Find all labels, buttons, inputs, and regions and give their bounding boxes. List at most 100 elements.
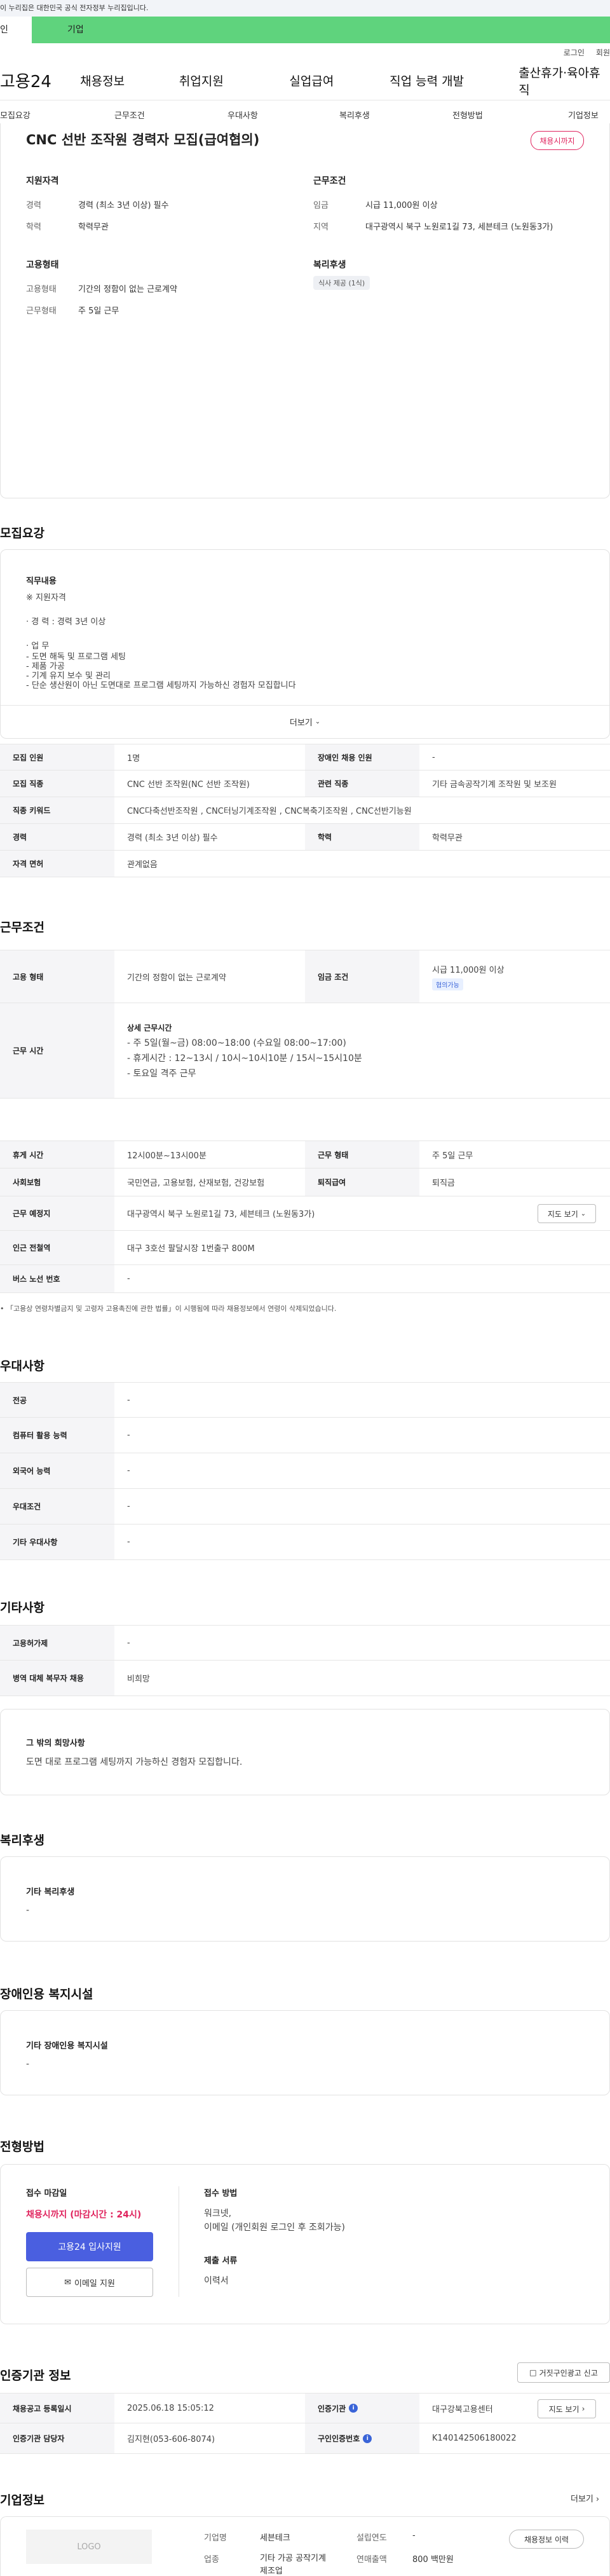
- recruit-heading: 모집요강: [0, 526, 44, 540]
- deadline-value: 채용시까지 (마감시간 : 24시): [26, 2210, 142, 2220]
- cell-value: -: [432, 752, 435, 762]
- company-sales-label: 연매출액: [356, 2555, 387, 2565]
- cell-value: 대구 3호선 팔달시장 1번출구 800M: [127, 1244, 255, 1254]
- gnb-item-job-training[interactable]: 직업 능력 개발: [390, 72, 518, 89]
- agency-org-header: 인증기관 i: [305, 2394, 419, 2423]
- cell-header: 채용공고 등록일시: [0, 2394, 114, 2423]
- time-line: - 휴게시간 : 12~13시 / 10시~10시10분 / 15시~15시10…: [127, 1053, 362, 1064]
- company-more-label: 더보기: [571, 2495, 593, 2504]
- duty-more-button[interactable]: 더보기 ⌄: [1, 705, 609, 738]
- mail-icon: ✉: [64, 2277, 71, 2287]
- agency-no-header: 구인인증번호 i: [305, 2423, 419, 2453]
- cell-header: 휴게 시간: [0, 1141, 114, 1168]
- join-link[interactable]: 회원: [596, 47, 610, 58]
- etc-heading: 기타사항: [0, 1601, 44, 1615]
- gov-notice-text: 이 누리집은 대한민국 공식 전자정부 누리집입니다.: [0, 4, 149, 12]
- work-cond-title: 근무조건: [313, 176, 346, 186]
- tab-welfare[interactable]: 복리후생: [339, 109, 452, 121]
- edu-label: 학력: [26, 223, 41, 232]
- chevron-down-icon: ⌄: [315, 718, 321, 725]
- pref-heading: 우대사항: [0, 1359, 44, 1373]
- report-icon: □: [529, 2368, 537, 2377]
- site-logo[interactable]: 고용24: [0, 69, 80, 92]
- cell-header: 전공: [0, 1383, 114, 1417]
- agency-map-button[interactable]: 지도 보기 ›: [538, 2399, 596, 2418]
- cell-value: 1명: [127, 753, 140, 764]
- cell-header: 직종 키워드: [0, 797, 114, 823]
- cell-header: 사회보험: [0, 1168, 114, 1196]
- cell-value: 2025.06.18 15:05:12: [127, 2403, 214, 2413]
- company-card: LOGO 기업명 세븐테크 업종 기타 가공 공작기계 제조업 설립연도 - 연…: [0, 2516, 610, 2576]
- cell-value: 관계없음: [127, 860, 158, 870]
- work-row: 버스 노선 번호 -: [0, 1265, 610, 1293]
- work-row: 근무 시간 상세 근무시간 - 주 5일(월~금) 08:00~18:00 (수…: [0, 1003, 610, 1099]
- cell-value: 대구강북고용센터: [432, 2404, 493, 2415]
- company-sales-value: 800 백만원: [412, 2555, 454, 2565]
- email-apply-button[interactable]: ✉ 이메일 지원: [26, 2268, 153, 2297]
- cell-header: 병역 대체 복무자 채용: [0, 1661, 114, 1696]
- work-row: 휴게 시간 12시00분~13시00분 근무 형태 주 5일 근무: [0, 1141, 610, 1168]
- cell-header: 버스 노선 번호: [0, 1265, 114, 1292]
- company-logo: LOGO: [26, 2530, 152, 2564]
- cell-header: 컴퓨터 활용 능력: [0, 1418, 114, 1453]
- duty-line: [26, 604, 296, 616]
- age-notice-text: 「고용상 연령차별금지 및 고령자 고용촉진에 관한 법률」이 시행됨에 따라 …: [6, 1305, 337, 1313]
- report-fake-ad-button[interactable]: □ 거짓구인광고 신고: [517, 2362, 610, 2383]
- age-notice: • 「고용상 연령차별금지 및 고령자 고용촉진에 관한 법률」이 시행됨에 따…: [0, 1303, 336, 1313]
- agency-row: 인증기관 담당자 김지현(053-606-8074) 구인인증번호 i K1401…: [0, 2423, 610, 2454]
- cell-header: 우대조건: [0, 1489, 114, 1524]
- cell-header: 인증기관 담당자: [0, 2423, 114, 2453]
- pref-row: 외국어 능력 -: [0, 1453, 610, 1489]
- cell-value: 12시00분~13시00분: [127, 1151, 207, 1161]
- time-line: - 토요일 격주 근무: [127, 1068, 196, 1079]
- cell-header: 학력: [305, 824, 419, 850]
- content: CNC 선반 조작원 경력자 모집(급여협의) 채용시까지 지원자격 경력 경력…: [0, 123, 610, 2576]
- company-jobs-history-button[interactable]: 채용정보 이력: [509, 2530, 584, 2549]
- gnb-item-employment-support[interactable]: 취업지원: [179, 72, 289, 89]
- gnb-item-unemployment-benefit[interactable]: 실업급여: [289, 72, 390, 89]
- welfare-badge: 식사 제공 (1식): [313, 276, 370, 290]
- region-label: 지역: [313, 223, 329, 232]
- email-apply-label: 이메일 지원: [74, 2278, 115, 2289]
- gnb-item-jobs[interactable]: 채용정보: [80, 72, 179, 89]
- info-icon[interactable]: i: [363, 2434, 372, 2443]
- cell-header: 경력: [0, 824, 114, 850]
- tab-recruit[interactable]: 모집요강: [0, 109, 114, 121]
- tab-selection[interactable]: 전형방법: [452, 109, 568, 121]
- company-industry-value: 기타 가공 공작기계 제조업: [260, 2554, 326, 2576]
- env-tab-individual[interactable]: 인: [0, 17, 32, 43]
- disabled-card: 기타 장애인용 복지시설 -: [0, 2010, 610, 2095]
- duty-line: - 단순 생산원이 아닌 도면대로 프로그램 세팅까지 가능하신 경험자 모집합…: [26, 681, 296, 690]
- tab-company[interactable]: 기업정보: [568, 109, 599, 121]
- etc-row: 고용허가제 -: [0, 1625, 610, 1661]
- env-tab-company[interactable]: 기업: [32, 17, 610, 43]
- cell-header: 인근 전철역: [0, 1231, 114, 1264]
- agency-row: 채용공고 등록일시 2025.06.18 15:05:12 인증기관 i 대구강북…: [0, 2393, 610, 2423]
- gnb-item-parental-leave[interactable]: 출산휴가·육아휴직: [518, 64, 610, 98]
- duty-line: - 도면 해독 및 프로그램 세팅: [26, 652, 126, 662]
- cell-value: -: [127, 1537, 130, 1547]
- time-title: 상세 근무시간: [127, 1023, 172, 1032]
- info-icon[interactable]: i: [349, 2404, 358, 2413]
- welfare-heading: 복리후생: [0, 1833, 44, 1847]
- duty-line: [26, 628, 296, 640]
- duty-line: · 경 력 : 경력 3년 이상: [26, 617, 106, 627]
- cell-header: 외국어 능력: [0, 1453, 114, 1488]
- career-label: 경력: [26, 201, 41, 210]
- no-label: 구인인증번호: [318, 2434, 360, 2443]
- welfare-card-title: 기타 복리후생: [26, 1887, 75, 1897]
- tab-work-condition[interactable]: 근무조건: [114, 109, 227, 121]
- wage-text: 시급 11,000원 이상: [432, 965, 505, 975]
- work-map-button[interactable]: 지도 보기 ⌄: [538, 1204, 596, 1223]
- bullet-icon: •: [0, 1305, 6, 1313]
- company-more-link[interactable]: 더보기 ›: [571, 2492, 599, 2504]
- disabled-card-value: -: [26, 2059, 30, 2069]
- cell-value: 학력무관: [432, 833, 463, 843]
- org-label: 인증기관: [318, 2404, 346, 2413]
- tab-preference[interactable]: 우대사항: [227, 109, 339, 121]
- pref-row: 컴퓨터 활용 능력 -: [0, 1418, 610, 1453]
- login-link[interactable]: 로그인: [564, 47, 585, 58]
- cell-value: -: [127, 1638, 130, 1648]
- cell-header: 장애인 채용 인원: [305, 744, 419, 770]
- apply-button[interactable]: 고용24 입사지원: [26, 2232, 153, 2261]
